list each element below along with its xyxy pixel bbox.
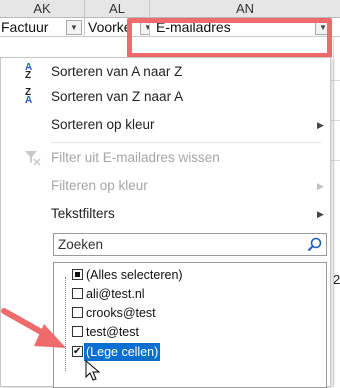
submenu-arrow-icon: ▶ xyxy=(317,181,324,191)
clear-filter-icon xyxy=(25,151,41,166)
filter-dropdown-button-factuur[interactable]: ▼ xyxy=(66,20,82,35)
menu-item-clear-filter: Filter uit E-mailadres wissen xyxy=(1,147,330,169)
menu-item-label: Filteren op kleur xyxy=(51,178,148,193)
search-icon xyxy=(307,237,322,252)
search-input[interactable]: Zoeken xyxy=(53,233,327,256)
list-item-select-all[interactable]: (Alles selecteren) xyxy=(54,266,324,284)
column-letter-ak[interactable]: AK xyxy=(0,0,85,17)
menu-item-sort-az[interactable]: AZ Sorteren van A naar Z xyxy=(1,61,330,83)
list-item-blanks[interactable]: (Lege cellen) xyxy=(54,343,324,361)
list-item[interactable]: test@test xyxy=(54,323,324,341)
annotation-arrow-icon xyxy=(1,308,66,348)
menu-item-text-filters[interactable]: Tekstfilters ▶ xyxy=(1,203,330,225)
list-item-label: ali@test.nl xyxy=(86,287,145,301)
sort-descending-icon: ZA xyxy=(25,87,33,106)
submenu-arrow-icon: ▶ xyxy=(317,120,324,130)
annotation-highlight-box xyxy=(127,18,332,58)
list-item[interactable]: ali@test.nl xyxy=(54,285,324,303)
header-label-voornaam: Voorke xyxy=(88,19,132,35)
list-item-label: crooks@test xyxy=(86,306,156,320)
menu-item-label: Tekstfilters xyxy=(51,206,115,221)
menu-item-sort-by-color[interactable]: Sorteren op kleur ▶ xyxy=(1,114,330,136)
menu-item-label: Sorteren op kleur xyxy=(51,117,155,132)
cell-value-fragment: 2 xyxy=(333,272,340,287)
gridline xyxy=(333,36,334,387)
menu-item-label: Sorteren van Z naar A xyxy=(51,89,184,104)
column-header-row: AK AL AN xyxy=(0,0,340,18)
menu-separator xyxy=(51,142,321,143)
item-checkbox[interactable] xyxy=(72,288,83,299)
menu-item-filter-by-color: Filteren op kleur ▶ xyxy=(1,175,330,197)
select-all-checkbox[interactable] xyxy=(72,269,83,280)
search-placeholder: Zoeken xyxy=(58,237,104,252)
list-item-label: test@test xyxy=(86,325,139,339)
list-item[interactable]: crooks@test xyxy=(54,304,324,322)
column-letter-al[interactable]: AL xyxy=(85,0,150,17)
menu-item-sort-za[interactable]: ZA Sorteren van Z naar A xyxy=(1,86,330,108)
menu-item-label: Filter uit E-mailadres wissen xyxy=(51,150,220,165)
column-letter-an[interactable]: AN xyxy=(150,0,340,17)
menu-item-label: Sorteren van A naar Z xyxy=(51,64,183,79)
mouse-pointer-icon xyxy=(85,360,101,381)
header-cell-factuur[interactable]: Factuur ▼ xyxy=(0,18,85,36)
submenu-arrow-icon: ▶ xyxy=(317,209,324,219)
list-item-label: (Alles selecteren) xyxy=(86,268,183,282)
list-item-label: (Lege cellen) xyxy=(84,343,161,361)
sort-ascending-icon: AZ xyxy=(25,62,33,81)
header-label-factuur: Factuur xyxy=(1,19,49,35)
